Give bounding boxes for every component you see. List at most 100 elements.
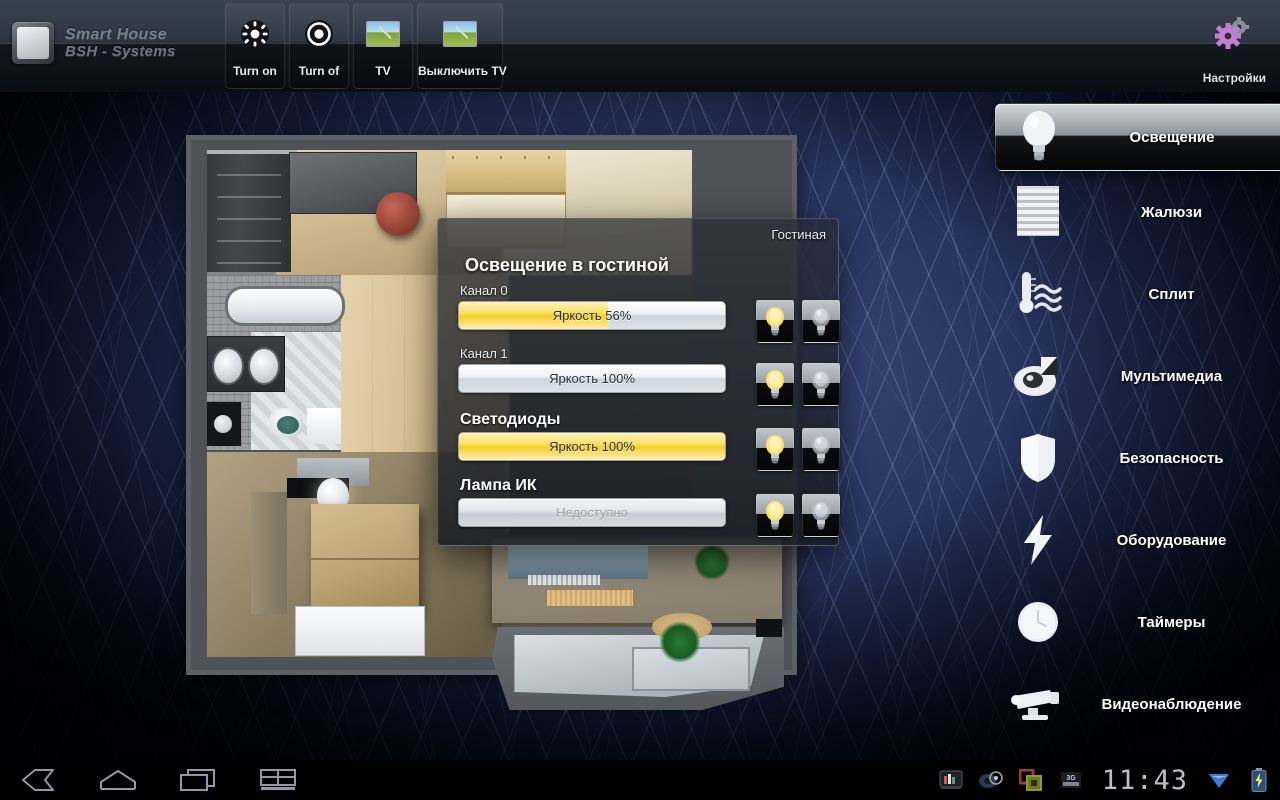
sidebar-item-multimedia[interactable]: Мультимедиа [995,335,1280,417]
bulb-on-button[interactable] [756,427,794,471]
svg-text:3G: 3G [1066,775,1076,782]
category-sidebar: Освещение Жалюзи Сплит Мультимедиа Безоп… [995,100,1280,760]
app-root: Гостиная Освещение в гостиной Канал 0 Яр… [0,0,1280,800]
washing-machines [207,336,285,392]
power-dot-icon [301,20,337,48]
shelf-rack [207,154,291,272]
slider-value-label: Яркость 56% [552,308,632,323]
turn-off-button[interactable]: Turn of [289,3,349,89]
app-logo: Smart House BSH - Systems [12,22,176,64]
bulb-on-button[interactable] [756,299,794,343]
sidebar-item-cctv[interactable]: Видеонаблюдение [995,663,1280,745]
screenshot-icon[interactable] [938,768,964,792]
sidebar-item-label: Жалюзи [1140,203,1203,221]
sidebar-item-label: Освещение [1129,128,1215,146]
sidebar-item-split[interactable]: Сплит [995,253,1280,335]
toilet-seat [277,416,299,434]
dialog-title: Освещение в гостиной [465,255,669,275]
brightness-sun-icon [237,20,273,48]
tv-off-button[interactable]: Выключить TV [417,3,507,89]
lower-room [492,535,782,623]
bulb-off-icon [812,307,830,336]
sidebar-item-label: Сплит [1148,285,1195,303]
tv-photo-icon [442,20,478,48]
sidebar-item-security[interactable]: Безопасность [995,417,1280,499]
bulb-on-button[interactable] [756,362,794,406]
channel-label: Канал 1 [460,346,508,361]
wooden-bench [546,589,634,607]
wifi-icon[interactable] [1206,768,1232,792]
sidebar-item-label: Таймеры [1137,613,1206,631]
app-square-icon [12,22,54,64]
bulb-on-icon [766,307,784,336]
bulb-off-icon [812,370,830,399]
nav-left-group [10,760,306,800]
back-button[interactable] [10,760,66,800]
blinds-icon [995,184,1081,240]
top-bar-upper [0,0,1280,44]
plant-upper [694,543,730,581]
tv-photo-icon [365,20,401,48]
bulb-button-group [756,299,840,343]
tv-on-button[interactable]: TV [353,3,413,89]
sidebar-item-blinds[interactable]: Жалюзи [995,171,1280,253]
lightbulb-icon [996,109,1082,165]
bulb-button-group [756,493,840,537]
slider-value-label: Яркость 100% [549,371,635,386]
grid-keyboard-icon [260,769,296,790]
turn-on-button[interactable]: Turn on [225,3,285,89]
sidebar-item-equipment[interactable]: Оборудование [995,499,1280,581]
clock-icon [995,599,1081,645]
bathroom-cabinet [307,408,341,444]
bulb-off-icon [812,435,830,464]
grid-keyboard-button[interactable] [250,760,306,800]
bulb-off-button[interactable] [802,362,840,406]
settings-button[interactable]: Настройки [1174,8,1274,88]
tv-off-label: Выключить TV [418,64,507,78]
battery-charging-icon[interactable] [1246,768,1272,792]
bulb-on-button[interactable] [756,493,794,537]
bulb-on-icon [766,370,784,399]
turn-off-label: Turn of [298,64,340,78]
sidebar-item-lighting[interactable]: Освещение [995,103,1280,171]
brightness-slider[interactable]: Яркость 56% [458,301,726,330]
top-bar-lower [0,44,1280,92]
multimedia-icon [995,351,1081,401]
sidebar-item-label: Мультимедиа [1120,367,1223,385]
copy-squares-icon[interactable] [1018,768,1044,792]
bulb-off-button[interactable] [802,299,840,343]
sidebar-item-timers[interactable]: Таймеры [995,581,1280,663]
channel-row: Канал 0 Яркость 56% [458,283,840,343]
back-icon [22,769,54,791]
sofa-left [251,492,287,614]
sidebar-item-label: Оборудование [1116,531,1227,549]
bulb-on-icon [766,501,784,530]
cabinet-top [446,150,566,194]
bed [295,606,425,656]
brightness-slider: Недоступно [458,498,726,527]
app-title-line2: BSH - Systems [65,42,176,60]
home-button[interactable] [90,760,146,800]
disc-icon[interactable] [978,768,1004,792]
cctv-camera-icon [995,684,1081,724]
gears-icon [1206,16,1252,61]
floorplan-lower-section [482,535,792,710]
recents-button[interactable] [170,760,226,800]
bulb-button-group [756,427,840,471]
radiator [528,575,600,585]
brightness-slider[interactable]: Яркость 100% [458,364,726,393]
scene-toolbar: Turn on Turn of TV Выключить TV [225,3,507,89]
thermostat-icon [995,268,1081,320]
shield-icon [995,432,1081,484]
wall-opening [756,619,782,637]
sidebar-item-label: Видеонаблюдение [1101,695,1242,713]
3g-signal-icon[interactable]: 3G [1058,768,1084,792]
brightness-slider[interactable]: Яркость 100% [458,432,726,461]
bulb-off-button[interactable] [802,427,840,471]
turn-on-label: Turn on [233,64,277,78]
bulb-off-button[interactable] [802,493,840,537]
bulb-button-group [756,362,840,406]
bathroom-fixture [207,402,241,446]
channel-label: Канал 0 [460,283,508,298]
system-status-group: 3G 11:43 [938,760,1272,800]
